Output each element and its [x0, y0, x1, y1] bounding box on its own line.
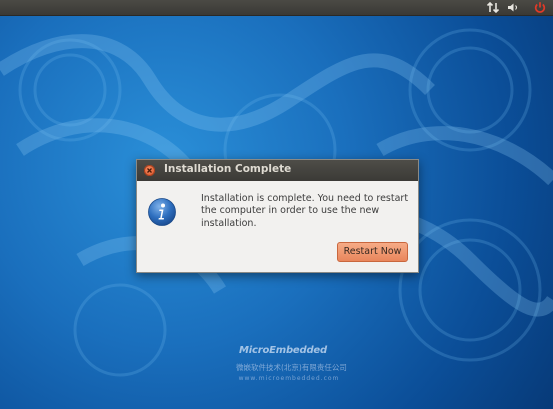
power-icon[interactable]: [533, 1, 547, 14]
logo-url: www.microembedded.com: [238, 375, 340, 382]
installation-complete-dialog: Installation Complete Installation is co…: [136, 159, 419, 273]
desktop-background: Installation Complete Installation is co…: [0, 0, 553, 409]
network-icon[interactable]: [486, 1, 500, 14]
info-icon: [148, 198, 176, 226]
top-panel: [0, 0, 553, 16]
volume-icon[interactable]: [506, 1, 520, 14]
logo-chinese-name: 微嵌软件技术(北京)有限责任公司: [236, 363, 347, 372]
dialog-title: Installation Complete: [164, 163, 292, 175]
restart-now-button[interactable]: Restart Now: [337, 242, 408, 262]
close-icon: [147, 168, 152, 173]
dialog-titlebar: Installation Complete: [137, 160, 418, 181]
logo-name: MicroEmbedded: [239, 345, 327, 356]
close-button[interactable]: [144, 165, 155, 176]
dialog-message: Installation is complete. You need to re…: [201, 193, 409, 229]
